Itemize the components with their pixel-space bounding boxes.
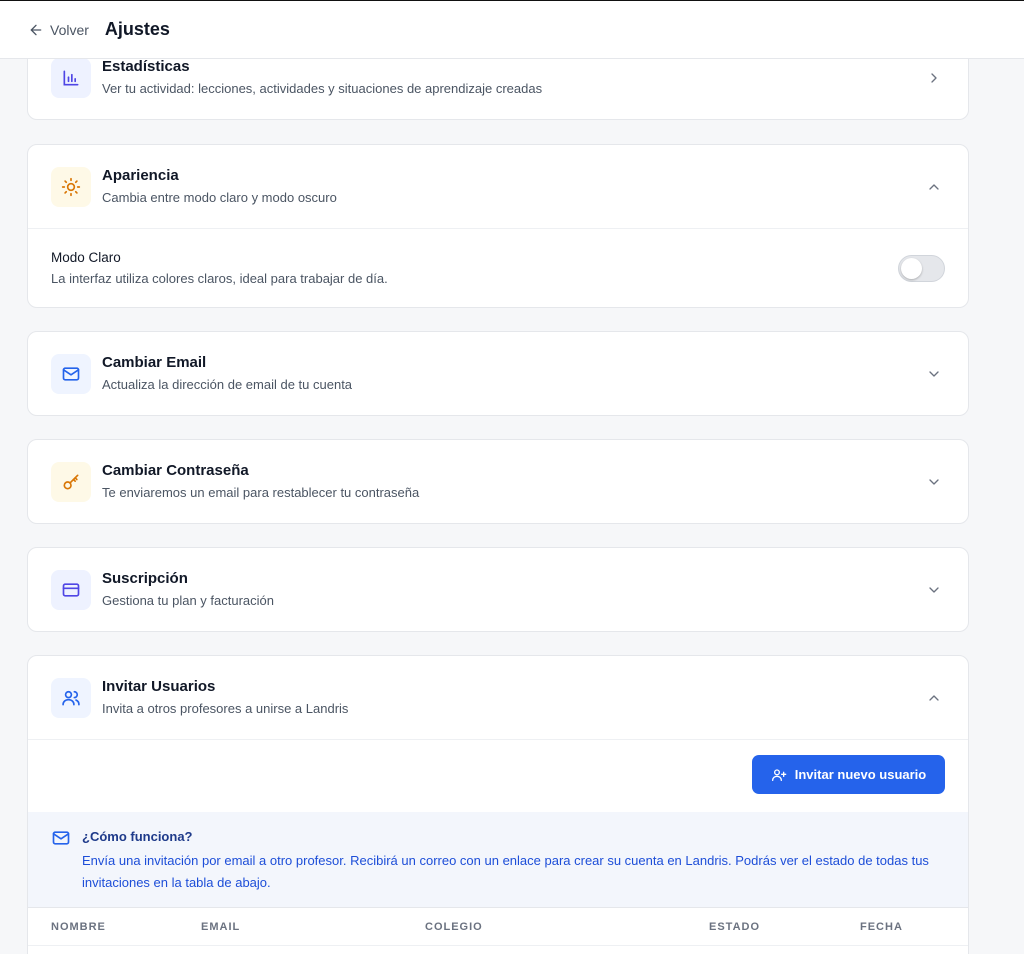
invite-new-user-button[interactable]: Invitar nuevo usuario xyxy=(752,755,945,794)
toggle-knob xyxy=(901,258,922,279)
subscription-card-header[interactable]: Suscripción Gestiona tu plan y facturaci… xyxy=(28,548,968,631)
bar-chart-icon xyxy=(63,70,79,85)
appearance-icon-box xyxy=(51,166,91,207)
users-icon xyxy=(62,690,80,705)
mode-title: Modo Claro xyxy=(51,250,121,265)
column-header-email[interactable]: Email xyxy=(201,921,240,933)
chevron-up-icon[interactable] xyxy=(926,179,942,195)
how-it-works-box: ¿Cómo funciona? Envía una invitación por… xyxy=(28,812,968,908)
appearance-title: Apariencia xyxy=(102,166,179,184)
stats-desc: Ver tu actividad: lecciones, actividades… xyxy=(102,80,543,96)
stats-title: Estadísticas xyxy=(102,59,190,75)
top-bar: Volver Ajustes xyxy=(0,0,1024,59)
chevron-down-icon[interactable] xyxy=(926,366,942,382)
back-label: Volver xyxy=(50,21,89,38)
email-card-header[interactable]: Cambiar Email Actualiza la dirección de … xyxy=(28,332,968,415)
mail-icon xyxy=(52,831,70,845)
subscription-title: Suscripción xyxy=(102,569,188,587)
dark-mode-toggle[interactable] xyxy=(898,255,945,282)
chevron-right-icon[interactable] xyxy=(926,70,942,86)
mail-icon xyxy=(62,366,80,381)
stats-card: Estadísticas Ver tu actividad: lecciones… xyxy=(27,59,969,120)
password-title: Cambiar Contraseña xyxy=(102,461,249,479)
settings-content: Estadísticas Ver tu actividad: lecciones… xyxy=(0,59,1024,954)
subscription-card: Suscripción Gestiona tu plan y facturaci… xyxy=(27,547,969,632)
invite-title: Invitar Usuarios xyxy=(102,677,216,695)
password-card-header[interactable]: Cambiar Contraseña Te enviaremos un emai… xyxy=(28,440,968,523)
user-plus-icon xyxy=(771,768,787,781)
chevron-up-icon[interactable] xyxy=(926,690,942,706)
password-card: Cambiar Contraseña Te enviaremos un emai… xyxy=(27,439,969,524)
chevron-down-icon[interactable] xyxy=(926,474,942,490)
password-icon-box xyxy=(51,461,91,502)
email-icon-box xyxy=(51,353,91,394)
column-header-school[interactable]: Colegio xyxy=(425,921,483,933)
email-desc: Actualiza la dirección de email de tu cu… xyxy=(102,376,353,392)
invite-icon-box xyxy=(51,677,91,718)
appearance-card-header[interactable]: Apariencia Cambia entre modo claro y mod… xyxy=(28,145,968,228)
mode-desc: La interfaz utiliza colores claros, idea… xyxy=(51,271,388,286)
appearance-card: Apariencia Cambia entre modo claro y mod… xyxy=(27,144,969,308)
back-button[interactable]: Volver xyxy=(28,22,89,38)
chevron-down-icon[interactable] xyxy=(926,582,942,598)
password-desc: Te enviaremos un email para restablecer … xyxy=(102,484,420,500)
email-card: Cambiar Email Actualiza la dirección de … xyxy=(27,331,969,416)
subscription-icon-box xyxy=(51,569,91,610)
how-it-works-title: ¿Cómo funciona? xyxy=(82,829,193,844)
invitations-table-header: Nombre Email Colegio Estado Fecha xyxy=(28,908,968,946)
subscription-desc: Gestiona tu plan y facturación xyxy=(102,592,274,608)
sun-icon xyxy=(61,177,81,196)
credit-card-icon xyxy=(62,582,80,597)
how-it-works-body: Envía una invitación por email a otro pr… xyxy=(82,853,929,890)
column-header-date[interactable]: Fecha xyxy=(860,921,903,933)
key-icon xyxy=(63,474,79,489)
appearance-desc: Cambia entre modo claro y modo oscuro xyxy=(102,189,337,205)
column-header-status[interactable]: Estado xyxy=(709,921,760,933)
page-title: Ajustes xyxy=(104,19,170,39)
light-mode-row: Modo Claro La interfaz utiliza colores c… xyxy=(28,229,968,307)
arrow-left-icon xyxy=(30,24,42,35)
invite-actions: Invitar nuevo usuario xyxy=(28,740,968,812)
stats-card-header[interactable]: Estadísticas Ver tu actividad: lecciones… xyxy=(28,59,968,119)
email-title: Cambiar Email xyxy=(102,353,207,371)
invite-button-label: Invitar nuevo usuario xyxy=(794,767,927,782)
invite-desc: Invita a otros profesores a unirse a Lan… xyxy=(102,700,349,716)
stats-icon-box xyxy=(51,59,91,98)
invite-card-header[interactable]: Invitar Usuarios Invita a otros profesor… xyxy=(28,656,968,739)
invite-card: Invitar Usuarios Invita a otros profesor… xyxy=(27,655,969,954)
column-header-name[interactable]: Nombre xyxy=(51,921,106,933)
